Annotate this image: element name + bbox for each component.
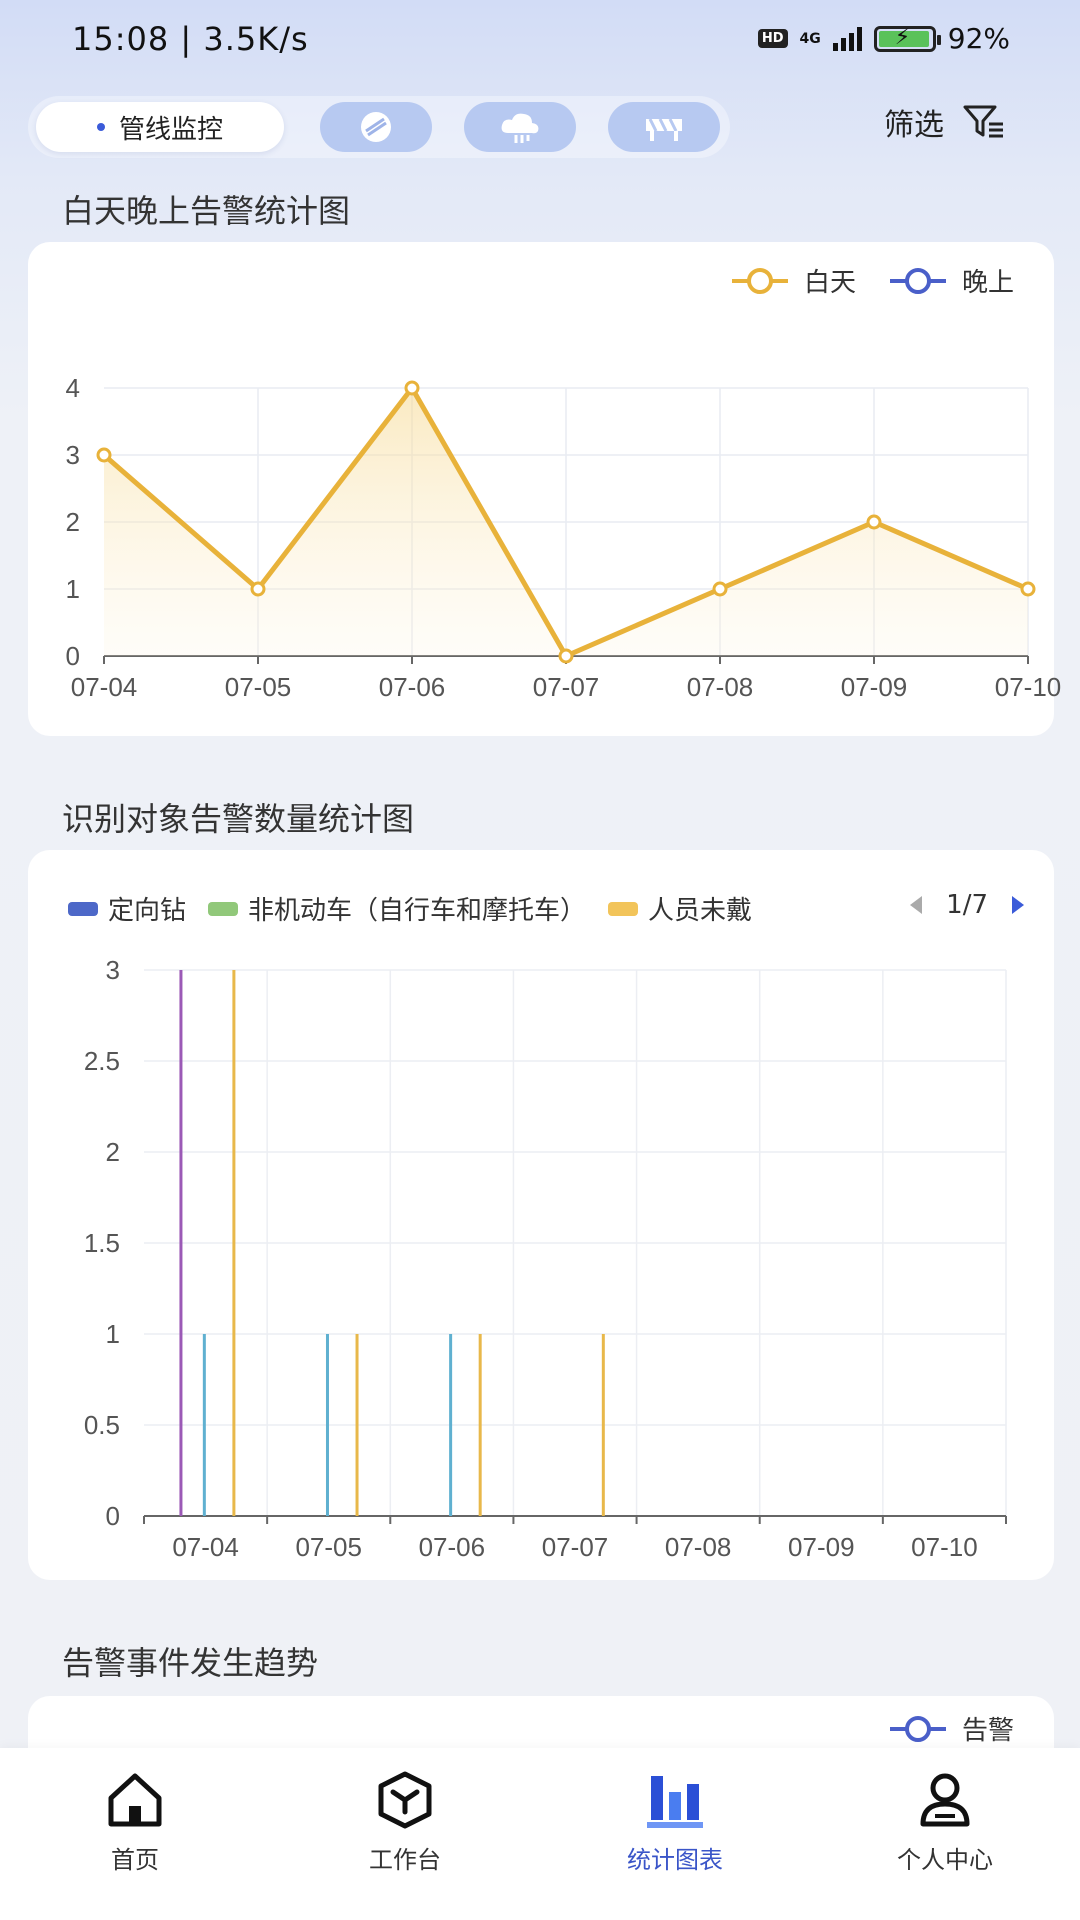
bar <box>179 970 183 1516</box>
signal-icon <box>832 26 862 51</box>
day-data-point <box>404 380 420 396</box>
day-night-line-chart: 0 1 2 3 4 07-04 07-05 07-06 07-07 07-08 07-09 07-10 <box>66 373 1062 702</box>
nav-statistics-label: 统计图表 <box>627 1846 723 1874</box>
y-tick-label: 3 <box>66 440 80 470</box>
nav-workbench[interactable]: 工作台 <box>270 1748 540 1920</box>
chart2-title: 识别对象告警数量统计图 <box>62 800 415 838</box>
y-tick-label: 4 <box>66 373 80 403</box>
y-tick-label: 0.5 <box>84 1410 120 1440</box>
day-data-point <box>558 648 574 664</box>
legend-alarm-label: 告警 <box>961 1716 1014 1746</box>
nav-statistics[interactable]: 统计图表 <box>540 1748 810 1920</box>
object-alarm-bar-chart: 0 0.5 1 1.5 2 2.5 3 07-04 07-05 07-06 07-07 07-08 07… <box>84 955 1007 1562</box>
day-data-point <box>1020 581 1036 597</box>
y-tick-label: 2.5 <box>84 1046 120 1076</box>
trend-legend[interactable]: 告警 <box>888 1710 1014 1747</box>
chart1-title: 白天晚上告警统计图 <box>62 192 351 230</box>
filter-button[interactable]: 筛选 <box>884 100 1006 144</box>
x-tick-label: 07-07 <box>542 1532 609 1562</box>
x-tick-label: 07-04 <box>172 1532 239 1562</box>
filter-label: 筛选 <box>884 108 944 143</box>
bar <box>478 1334 482 1516</box>
day-data-point <box>96 447 112 463</box>
x-tick-label: 07-10 <box>911 1532 978 1562</box>
barrier-icon <box>646 118 682 141</box>
y-tick-label: 1.5 <box>84 1228 120 1258</box>
status-bar: 15:08 | 3.5K/s HD 4G ⚡ 92% <box>0 0 1080 80</box>
bar <box>449 1334 453 1516</box>
bar <box>601 1334 605 1516</box>
tab-label: 管线监控 <box>118 114 223 145</box>
nav-profile-label: 个人中心 <box>897 1846 993 1874</box>
day-data-point <box>866 514 882 530</box>
nav-home-label: 首页 <box>111 1846 159 1874</box>
bar <box>202 1334 206 1516</box>
y-tick-label: 2 <box>66 507 80 537</box>
tab-cloud-oil[interactable] <box>464 102 576 152</box>
status-time: 15:08 | 3.5K/s <box>72 20 309 58</box>
bar <box>232 970 236 1516</box>
x-tick-label: 07-05 <box>225 672 292 702</box>
x-tick-label: 07-09 <box>788 1532 855 1562</box>
x-tick-label: 07-05 <box>295 1532 362 1562</box>
x-tick-label: 07-08 <box>687 672 754 702</box>
x-tick-label: 07-10 <box>995 672 1062 702</box>
legend-alarm-icon <box>889 1715 946 1742</box>
y-tick-label: 0 <box>106 1501 120 1531</box>
x-tick-label: 07-04 <box>71 672 138 702</box>
tab-pipeline-sensor[interactable] <box>320 102 432 152</box>
x-tick-label: 07-08 <box>665 1532 732 1562</box>
y-tick-label: 3 <box>106 955 120 985</box>
pipeline-sensor-icon <box>361 112 391 142</box>
nav-workbench-label: 工作台 <box>369 1846 441 1874</box>
section3-title: 告警事件发生趋势 <box>62 1644 319 1682</box>
chart2-card: 定向钻 非机动车（自行车和摩托车） 人员未戴 1/7 0 0.5 1 1.5 2 2.5 3… <box>28 850 1054 1580</box>
user-icon <box>920 1773 970 1827</box>
active-dot-icon <box>96 123 105 131</box>
tab-pipeline-monitor[interactable]: 管线监控 <box>36 102 284 152</box>
x-tick-label: 07-09 <box>841 672 908 702</box>
home-icon <box>108 1773 162 1827</box>
network-type: 4G <box>799 30 821 47</box>
battery-percent: 92% <box>947 22 1010 55</box>
bar <box>355 1334 359 1516</box>
battery-icon: ⚡ <box>873 25 941 52</box>
x-tick-label: 07-06 <box>419 1532 486 1562</box>
status-indicators: HD 4G ⚡ 92% <box>757 22 1010 55</box>
y-tick-label: 0 <box>66 641 80 671</box>
bottom-nav: 首页 工作台 统计图表 个人中心 <box>0 1748 1080 1920</box>
day-data-point <box>712 581 728 597</box>
y-tick-label: 1 <box>106 1319 120 1349</box>
chart1-card: 白天 晚上 0 1 2 3 4 07-04 07-05 07-06 07-07 07-08 07-0… <box>28 242 1062 736</box>
y-tick-label: 1 <box>66 574 80 604</box>
x-tick-label: 07-06 <box>379 672 446 702</box>
tab-barrier[interactable] <box>608 102 720 152</box>
nav-home[interactable]: 首页 <box>0 1748 270 1920</box>
x-tick-label: 07-07 <box>533 672 600 702</box>
nav-profile[interactable]: 个人中心 <box>810 1748 1080 1920</box>
bar <box>325 1334 329 1516</box>
day-data-point <box>250 581 266 597</box>
y-tick-label: 2 <box>106 1137 120 1167</box>
filter-icon <box>963 105 1003 138</box>
bar-chart-icon <box>647 1776 703 1828</box>
category-tabs: 管线监控 <box>28 96 730 158</box>
workbench-cube-icon <box>378 1771 432 1829</box>
cloud-oil-icon <box>501 113 539 143</box>
hd-icon: HD <box>757 29 788 48</box>
